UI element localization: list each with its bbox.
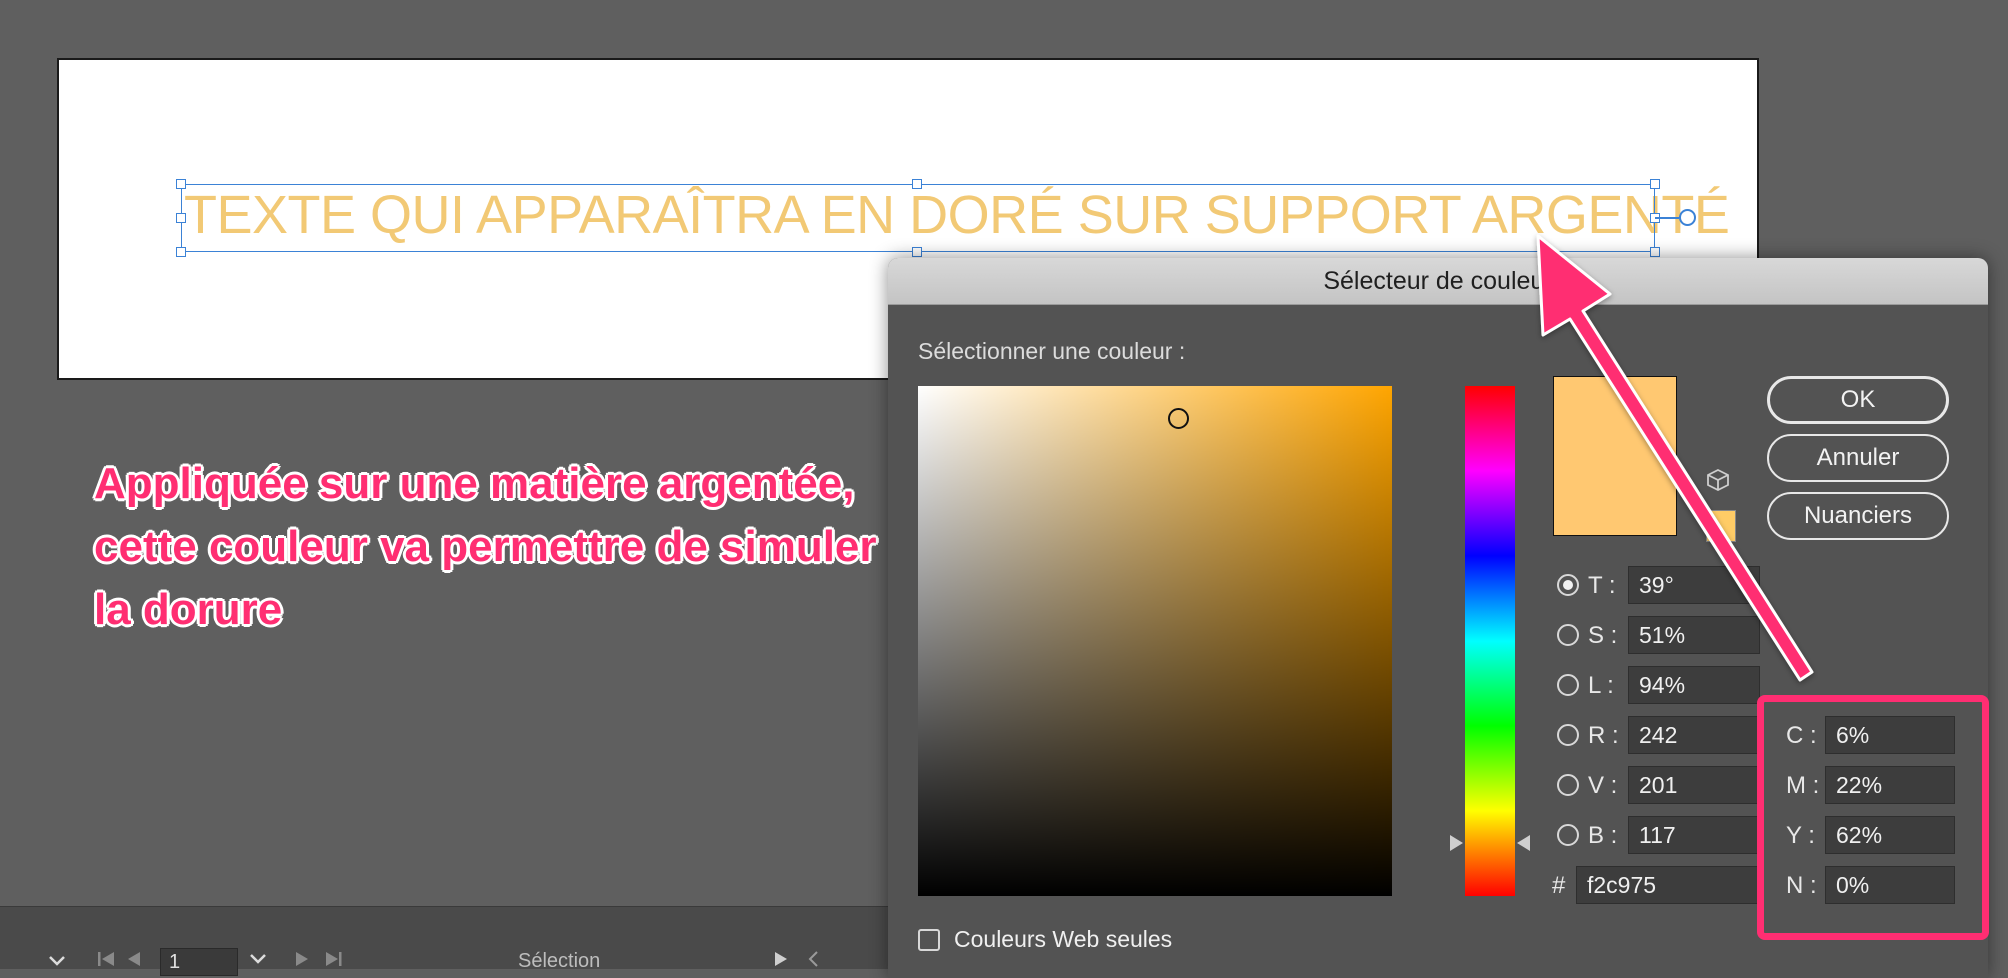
annotation-line-1: Appliquée sur une matière argentée, — [94, 459, 855, 508]
web-colors-only-label: Couleurs Web seules — [954, 926, 1173, 952]
hue-field[interactable]: 39° — [1628, 566, 1760, 604]
page-dropdown-icon[interactable] — [249, 952, 267, 970]
last-page-icon[interactable] — [324, 950, 344, 973]
blue-field[interactable]: 117 — [1628, 816, 1760, 854]
resize-handle-bottom-right[interactable] — [1650, 247, 1660, 257]
hue-slider[interactable] — [1465, 386, 1515, 896]
status-label: Sélection — [518, 950, 601, 972]
next-page-icon[interactable] — [294, 950, 310, 973]
ok-button[interactable]: OK — [1767, 376, 1949, 424]
first-page-icon[interactable] — [96, 950, 116, 973]
scroll-left-icon[interactable] — [806, 950, 820, 973]
radio-green[interactable] — [1557, 774, 1579, 796]
previous-page-icon[interactable] — [126, 950, 142, 973]
hex-field[interactable]: f2c975 — [1576, 866, 1760, 904]
resize-handle-top-right[interactable] — [1650, 179, 1660, 189]
color-field-marker[interactable] — [1168, 408, 1189, 429]
annotation-text: Appliquée sur une matière argentée, cett… — [94, 452, 974, 641]
chevron-down-icon[interactable] — [48, 950, 66, 973]
rotate-handle-line — [1655, 217, 1679, 219]
radio-hue[interactable] — [1557, 574, 1579, 596]
hue-slider-left-arrow[interactable] — [1450, 835, 1463, 851]
dialog-titlebar[interactable]: Sélecteur de couleur — [888, 258, 1988, 305]
cancel-button[interactable]: Annuler — [1767, 434, 1949, 482]
dialog-title: Sélecteur de couleur — [1323, 267, 1553, 295]
web-safe-cube-icon[interactable] — [1706, 468, 1730, 492]
play-icon[interactable] — [773, 950, 789, 973]
brightness-label: L : — [1588, 672, 1614, 699]
annotation-line-2: cette couleur va permettre de simuler — [94, 522, 877, 571]
hue-slider-right-arrow[interactable] — [1517, 835, 1530, 851]
radio-red[interactable] — [1557, 724, 1579, 746]
annotation-line-3: la dorure — [94, 585, 283, 634]
blue-label: B : — [1588, 822, 1618, 849]
radio-saturation[interactable] — [1557, 624, 1579, 646]
web-colors-only-checkbox[interactable] — [918, 929, 940, 951]
saturation-label: S : — [1588, 622, 1618, 649]
saturation-brightness-field[interactable] — [918, 386, 1392, 896]
current-color-swatch — [1553, 376, 1677, 536]
select-color-label: Sélectionner une couleur : — [918, 338, 1186, 364]
brightness-field[interactable]: 94% — [1628, 666, 1760, 704]
resize-handle-bottom-center[interactable] — [912, 247, 922, 257]
saturation-field[interactable]: 51% — [1628, 616, 1760, 654]
green-field[interactable]: 201 — [1628, 766, 1760, 804]
resize-handle-top-left[interactable] — [176, 179, 186, 189]
radio-brightness[interactable] — [1557, 674, 1579, 696]
green-label: V : — [1588, 772, 1618, 799]
resize-handle-top-center[interactable] — [912, 179, 922, 189]
red-field[interactable]: 242 — [1628, 716, 1760, 754]
web-safe-color-swatch[interactable] — [1706, 510, 1736, 542]
resize-handle-middle-left[interactable] — [176, 213, 186, 223]
hue-label: T : — [1588, 572, 1616, 599]
resize-handle-bottom-left[interactable] — [176, 247, 186, 257]
red-label: R : — [1588, 722, 1619, 749]
cmyk-highlight-box — [1757, 695, 1989, 940]
page-number-field[interactable]: 1 — [160, 948, 238, 976]
radio-blue[interactable] — [1557, 824, 1579, 846]
rotate-handle[interactable] — [1679, 209, 1696, 226]
swatches-button[interactable]: Nuanciers — [1767, 492, 1949, 540]
selection-bounding-box[interactable] — [181, 184, 1655, 252]
